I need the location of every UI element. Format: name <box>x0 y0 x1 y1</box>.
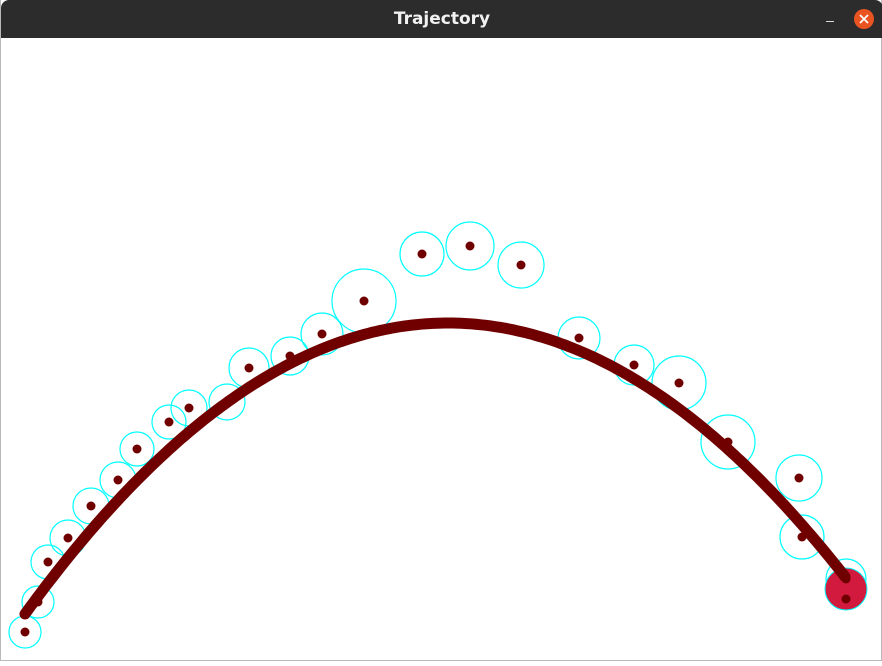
observation-point <box>794 473 804 483</box>
observation-point <box>574 333 584 343</box>
close-button[interactable] <box>854 9 874 29</box>
observation-point <box>797 532 807 542</box>
observation-point <box>244 363 254 373</box>
observation-point <box>841 594 851 604</box>
observation-point <box>20 627 30 637</box>
observation-point <box>317 329 327 339</box>
observation-point <box>629 360 639 370</box>
observation-point <box>285 351 295 361</box>
observation-point <box>164 417 174 427</box>
minimize-button[interactable]: – <box>820 9 840 29</box>
observation-point <box>43 557 53 567</box>
observation-point <box>132 444 142 454</box>
observation-point <box>723 437 733 447</box>
observation-point <box>674 378 684 388</box>
trajectory-window: Trajectory – <box>0 0 882 661</box>
observation-point <box>113 475 123 485</box>
observation-point <box>222 397 232 407</box>
trajectory-canvas <box>1 38 882 661</box>
observation-point <box>417 249 427 259</box>
observation-point <box>516 260 526 270</box>
window-title: Trajectory <box>393 9 491 29</box>
observation-point <box>359 296 369 306</box>
close-icon <box>859 14 869 24</box>
observation-point <box>86 501 96 511</box>
observation-point <box>841 574 851 584</box>
observation-point <box>63 533 73 543</box>
trajectory-plot <box>8 221 868 649</box>
title-bar[interactable]: Trajectory – <box>1 0 882 38</box>
observation-point <box>184 403 194 413</box>
observation-point <box>33 597 43 607</box>
observation-point <box>465 241 475 251</box>
